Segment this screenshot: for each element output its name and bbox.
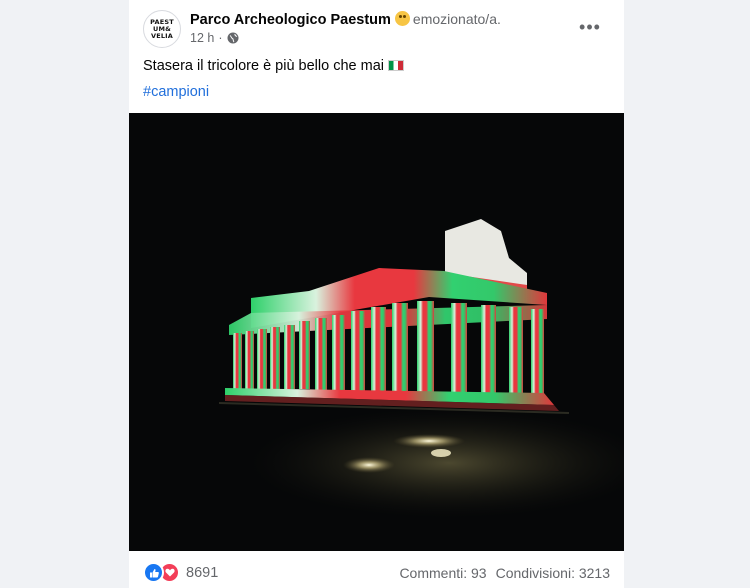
author-line: Parco Archeologico Paestum emozionato/a. [190, 11, 501, 28]
hashtag-link[interactable]: #campioni [143, 84, 209, 100]
post-text: Stasera il tricolore è più bello che mai [143, 58, 404, 74]
author-name[interactable]: Parco Archeologico Paestum [190, 12, 391, 28]
temple-tricolor-illustration [129, 113, 624, 551]
timestamp[interactable]: 12 h [190, 31, 214, 45]
reactions-summary[interactable]: 8691 [143, 562, 218, 583]
post-footer: 8691 Commenti: 93 Condivisioni: 3213 [129, 551, 624, 588]
engagement-stats: Commenti: 93 Condivisioni: 3213 [399, 565, 610, 581]
grinning-squinting-face-emoji-icon [394, 11, 410, 26]
comments-count[interactable]: Commenti: 93 [399, 565, 486, 581]
post-message: Stasera il tricolore è più bello che mai [143, 58, 384, 74]
reaction-count: 8691 [186, 564, 219, 581]
shares-count[interactable]: Condivisioni: 3213 [496, 565, 610, 581]
globe-icon[interactable] [227, 32, 239, 44]
avatar-text-line-3: VELIA [150, 31, 174, 40]
italy-flag-icon [387, 60, 404, 71]
post-meta: 12 h · [190, 31, 239, 45]
like-icon [143, 562, 164, 583]
more-options-button[interactable]: ••• [577, 14, 603, 40]
separator-dot: · [218, 31, 223, 45]
feeling-text: emozionato/a. [412, 11, 501, 27]
post-card: PAEST UM& VELIA Parco Archeologico Paest… [129, 0, 624, 588]
post-photo[interactable] [129, 113, 624, 551]
post-header: PAEST UM& VELIA Parco Archeologico Paest… [143, 10, 613, 50]
avatar[interactable]: PAEST UM& VELIA [143, 10, 181, 48]
